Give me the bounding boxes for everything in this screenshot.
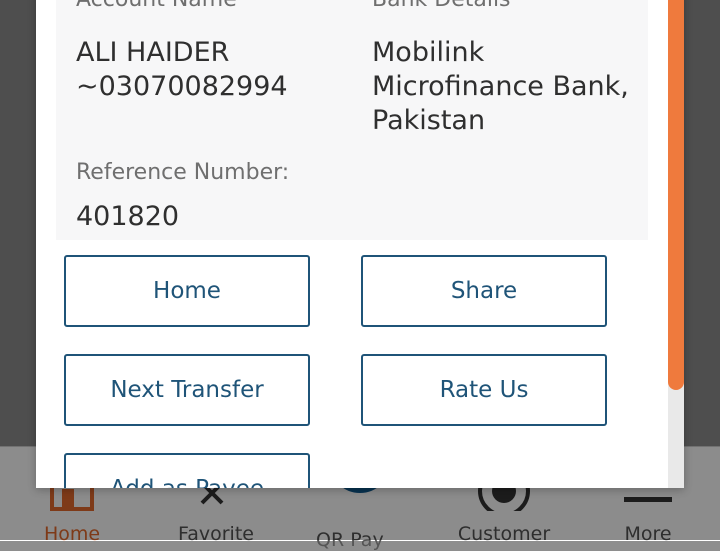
bank-details-label: Bank Details	[372, 0, 511, 12]
transaction-receipt-dialog: Account Name ALI HAIDER ~03070082994 Ban…	[36, 0, 684, 488]
scrollbar-thumb[interactable]	[668, 0, 684, 390]
bank-name-line-1: Mobilink	[372, 37, 485, 68]
home-button[interactable]: Home	[64, 255, 310, 327]
reference-number-value: 401820	[76, 201, 180, 232]
next-transfer-button[interactable]: Next Transfer	[64, 354, 310, 426]
account-name-label: Account Name	[76, 0, 237, 12]
bank-country: Pakistan	[372, 105, 486, 136]
account-name-value: ALI HAIDER	[76, 37, 230, 68]
account-number-value: ~03070082994	[76, 71, 288, 102]
scrollbar-track[interactable]	[668, 0, 684, 488]
transfer-details-card: Account Name ALI HAIDER ~03070082994 Ban…	[56, 0, 648, 240]
reference-number-label: Reference Number:	[76, 160, 290, 185]
bank-name-line-2: Microfinance Bank,	[372, 71, 629, 102]
add-as-payee-button[interactable]: Add as Payee	[64, 453, 310, 488]
share-button[interactable]: Share	[361, 255, 607, 327]
rate-us-button[interactable]: Rate Us	[361, 354, 607, 426]
